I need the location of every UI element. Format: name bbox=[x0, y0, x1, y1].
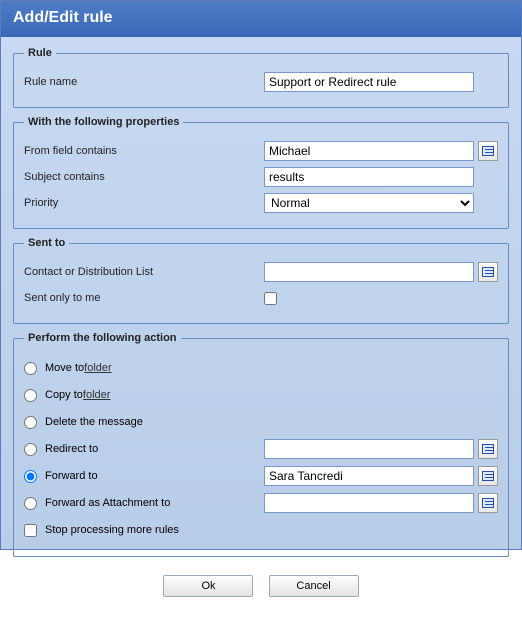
redirect-radio[interactable] bbox=[24, 443, 37, 456]
dialog-content: Rule Rule name With the following proper… bbox=[1, 37, 521, 617]
dialog-title: Add/Edit rule bbox=[1, 1, 521, 37]
contact-picker-button[interactable] bbox=[478, 262, 498, 282]
card-icon bbox=[482, 498, 494, 508]
rule-legend: Rule bbox=[24, 47, 56, 59]
subject-input[interactable] bbox=[264, 167, 474, 187]
copy-folder-link[interactable]: folder bbox=[83, 389, 111, 401]
forward-attachment-label: Forward as Attachment to bbox=[45, 497, 170, 509]
action-legend: Perform the following action bbox=[24, 332, 181, 344]
copy-to-radio[interactable] bbox=[24, 389, 37, 402]
forward-radio[interactable] bbox=[24, 470, 37, 483]
rule-name-input[interactable] bbox=[264, 72, 474, 92]
subject-label: Subject contains bbox=[24, 171, 264, 183]
card-icon bbox=[482, 444, 494, 454]
ok-button[interactable]: Ok bbox=[163, 575, 253, 597]
only-me-label: Sent only to me bbox=[24, 292, 264, 304]
cancel-button[interactable]: Cancel bbox=[269, 575, 359, 597]
redirect-input[interactable] bbox=[264, 439, 474, 459]
forward-attachment-picker-button[interactable] bbox=[478, 493, 498, 513]
contact-label: Contact or Distribution List bbox=[24, 266, 264, 278]
forward-label: Forward to bbox=[45, 470, 98, 482]
rule-fieldset: Rule Rule name bbox=[13, 47, 509, 108]
stop-processing-label: Stop processing more rules bbox=[45, 524, 179, 536]
contact-input[interactable] bbox=[264, 262, 474, 282]
button-bar: Ok Cancel bbox=[13, 565, 509, 607]
card-icon bbox=[482, 267, 494, 277]
move-folder-link[interactable]: folder bbox=[84, 362, 112, 374]
add-edit-rule-dialog: Add/Edit rule Rule Rule name With the fo… bbox=[0, 0, 522, 550]
rule-name-label: Rule name bbox=[24, 76, 264, 88]
forward-attachment-input[interactable] bbox=[264, 493, 474, 513]
priority-select[interactable]: Normal bbox=[264, 193, 474, 213]
forward-attachment-radio[interactable] bbox=[24, 497, 37, 510]
from-input[interactable] bbox=[264, 141, 474, 161]
stop-processing-checkbox[interactable] bbox=[24, 524, 37, 537]
sent-to-legend: Sent to bbox=[24, 237, 69, 249]
forward-picker-button[interactable] bbox=[478, 466, 498, 486]
properties-legend: With the following properties bbox=[24, 116, 183, 128]
copy-prefix: Copy to bbox=[45, 389, 83, 401]
delete-radio[interactable] bbox=[24, 416, 37, 429]
only-me-checkbox[interactable] bbox=[264, 292, 277, 305]
from-label: From field contains bbox=[24, 145, 264, 157]
delete-label: Delete the message bbox=[45, 416, 143, 428]
forward-input[interactable] bbox=[264, 466, 474, 486]
sent-to-fieldset: Sent to Contact or Distribution List Sen… bbox=[13, 237, 509, 324]
properties-fieldset: With the following properties From field… bbox=[13, 116, 509, 229]
card-icon bbox=[482, 146, 494, 156]
card-icon bbox=[482, 471, 494, 481]
redirect-label: Redirect to bbox=[45, 443, 98, 455]
move-prefix: Move to bbox=[45, 362, 84, 374]
from-picker-button[interactable] bbox=[478, 141, 498, 161]
redirect-picker-button[interactable] bbox=[478, 439, 498, 459]
action-fieldset: Perform the following action Move to fol… bbox=[13, 332, 509, 557]
move-to-radio[interactable] bbox=[24, 362, 37, 375]
priority-label: Priority bbox=[24, 197, 264, 209]
